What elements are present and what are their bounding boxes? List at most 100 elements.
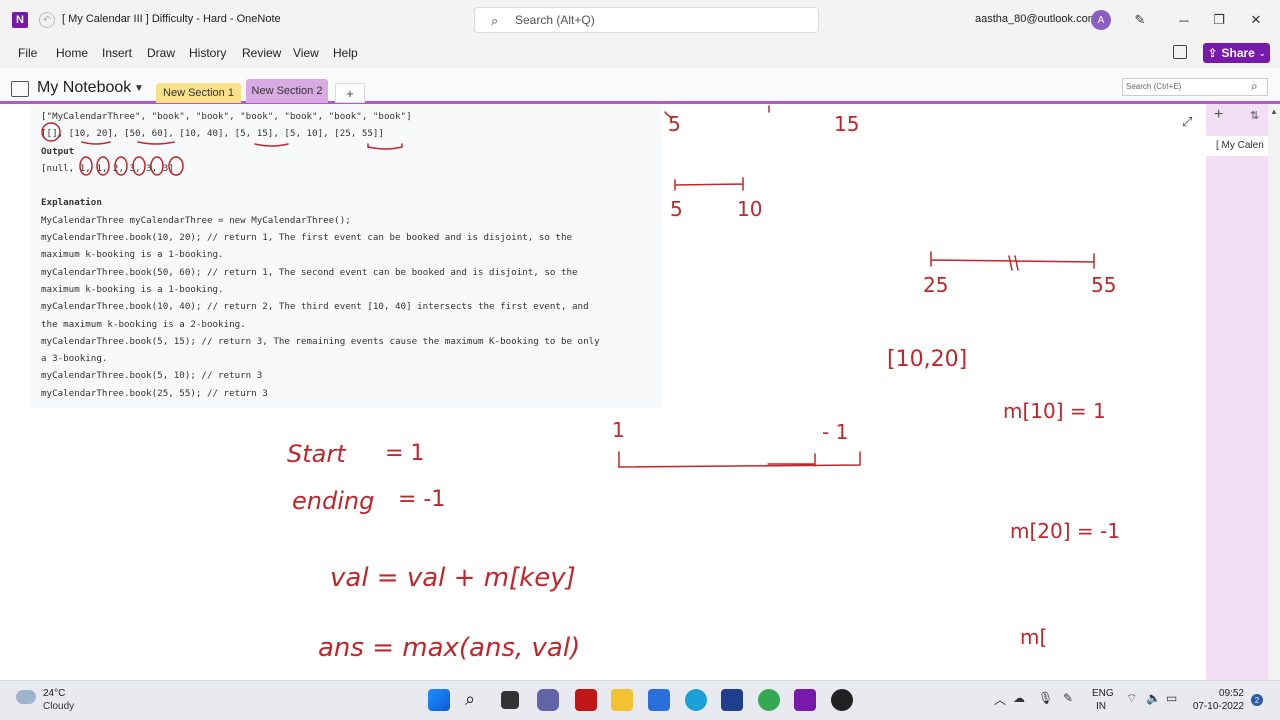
window-title: [ My Calendar III ] Difficulty - Hard - … (62, 13, 281, 25)
ink-text: - 1 (822, 420, 848, 444)
ink-circle (41, 122, 61, 142)
tab-new-section-1[interactable]: New Section 1 (156, 83, 241, 103)
chrome-icon[interactable] (758, 689, 780, 711)
undo-icon[interactable]: ↶ (39, 12, 55, 28)
onedrive-icon[interactable]: ☁ (1013, 691, 1025, 705)
ink-text: 25 (923, 273, 948, 297)
obs-icon[interactable] (831, 689, 853, 711)
whiteboard-icon[interactable] (721, 689, 743, 711)
notebook-name[interactable]: My Notebook (37, 79, 131, 97)
chevron-down-icon: ⌄ (1258, 48, 1266, 58)
clock-time[interactable]: 09:52 (1218, 688, 1244, 699)
edge-icon[interactable] (685, 689, 707, 711)
ink-text: = 1 (385, 441, 424, 466)
ink-text: 5 (668, 112, 681, 136)
language-region[interactable]: IN (1096, 701, 1106, 712)
pen-icon[interactable]: ✎ (1130, 10, 1150, 30)
windows-start-icon[interactable] (428, 689, 450, 711)
ink-interval-5-10 (674, 177, 744, 191)
add-section-button[interactable]: + (335, 83, 365, 103)
clock-date[interactable]: 07-10-2022 (1192, 701, 1244, 712)
ink-text: Start (287, 440, 347, 468)
share-label: Share (1221, 46, 1255, 60)
ink-circle (132, 156, 146, 176)
menu-insert[interactable]: Insert (102, 46, 132, 60)
maximize-icon[interactable]: ❐ (1209, 10, 1229, 30)
menu-bar: File Home Insert Draw History Review Vie… (0, 40, 1280, 68)
microphone-icon[interactable]: 🎙 (1038, 691, 1053, 705)
immersive-reader-icon[interactable] (1173, 45, 1187, 59)
ink-text: m[ (1020, 625, 1047, 649)
chevron-up-icon[interactable]: ︿ (994, 691, 1006, 708)
vertical-scrollbar[interactable]: ▲ (1268, 104, 1280, 680)
task-view-icon[interactable] (501, 691, 519, 709)
notebook-icon[interactable] (11, 81, 29, 97)
battery-icon[interactable]: ▭ (1166, 691, 1177, 705)
ink-underline (137, 141, 175, 145)
title-bar: N ↶ [ My Calendar III ] Difficulty - Har… (0, 0, 1280, 40)
ink-circle (150, 156, 164, 176)
share-icon: ⇪ (1207, 46, 1218, 60)
menu-file[interactable]: File (18, 46, 37, 60)
ink-text: = -1 (398, 487, 445, 512)
ink-interval-25-55 (930, 251, 1095, 271)
ink-text: 15 (834, 112, 859, 136)
ink-text: 55 (1091, 273, 1116, 297)
volume-icon[interactable]: 🔈 (1146, 691, 1161, 705)
search-icon: ⌕ (491, 13, 499, 28)
ink-text: 10 (737, 197, 762, 221)
sort-icon[interactable]: ⇅ (1250, 109, 1259, 122)
share-button[interactable]: ⇪ Share ⌄ (1203, 43, 1270, 63)
windows-taskbar: 24°C Cloudy ⌕ ︿ ☁ 🎙 ✎ ENG IN ⌔ 🔈 ▭ 09:52… (0, 680, 1280, 720)
chevron-down-icon[interactable]: ▼ (134, 83, 144, 94)
file-explorer-icon[interactable] (611, 689, 633, 711)
close-icon[interactable]: ✕ (1246, 10, 1266, 30)
ink-circle (114, 156, 128, 176)
page-canvas[interactable]: ["MyCalendarThree", "book", "book", "boo… (0, 104, 1206, 680)
ink-text: 1 (612, 418, 625, 442)
pen-tray-icon[interactable]: ✎ (1063, 691, 1073, 705)
search-icon[interactable]: ⌕ (465, 689, 487, 711)
menu-draw[interactable]: Draw (147, 46, 175, 60)
ink-underline (254, 143, 289, 147)
ink-text: [10,20] (887, 347, 967, 372)
avatar[interactable]: A (1091, 10, 1111, 30)
menu-help[interactable]: Help (333, 46, 358, 60)
account-email[interactable]: aastha_80@outlook.com (975, 13, 1097, 25)
teams-chat-icon[interactable] (537, 689, 559, 711)
onenote-taskbar-icon[interactable] (794, 689, 816, 711)
onenote-window: N ↶ [ My Calendar III ] Difficulty - Har… (0, 0, 1280, 720)
ink-circle (79, 156, 93, 176)
weather-temperature[interactable]: 24°C (43, 688, 65, 699)
tab-new-section-2[interactable]: New Section 2 (246, 79, 328, 103)
notification-badge[interactable]: 2 (1251, 694, 1263, 706)
ink-underline (367, 143, 403, 150)
notebook-bar: My Notebook ▼ New Section 1 New Section … (0, 68, 1280, 104)
minimize-icon[interactable]: ─ (1174, 10, 1194, 30)
ink-text: ending (292, 487, 374, 515)
search-box[interactable]: ⌕ Search (Alt+Q) (474, 7, 819, 33)
scroll-up-icon[interactable]: ▲ (1270, 107, 1278, 116)
ink-text: 5 (670, 197, 683, 221)
ink-underline (81, 141, 111, 145)
ink-text: val = val + m[key] (330, 563, 576, 593)
notebook-search-input[interactable]: Search (Ctrl+E) ⌕ (1122, 78, 1268, 96)
ink-interval (618, 451, 861, 468)
language-indicator[interactable]: ENG (1092, 688, 1114, 699)
cloud-icon[interactable] (16, 690, 36, 704)
menu-review[interactable]: Review (242, 46, 281, 60)
wifi-icon[interactable]: ⌔ (1126, 691, 1137, 706)
mcafee-icon[interactable] (575, 689, 597, 711)
add-page-icon[interactable]: + (1214, 106, 1223, 124)
ink-text: ans = max(ans, val) (318, 633, 580, 663)
search-icon: ⌕ (1251, 79, 1258, 93)
page-list-pane: + ⇅ [ My Calen (1206, 104, 1268, 680)
menu-history[interactable]: History (189, 46, 226, 60)
store-icon[interactable] (648, 689, 670, 711)
ink-text: m[10] = 1 (1003, 399, 1106, 423)
page-list-item[interactable]: [ My Calen (1206, 136, 1268, 156)
weather-condition[interactable]: Cloudy (43, 701, 74, 712)
onenote-logo-icon: N (12, 12, 28, 28)
menu-home[interactable]: Home (56, 46, 88, 60)
menu-view[interactable]: View (293, 46, 319, 60)
